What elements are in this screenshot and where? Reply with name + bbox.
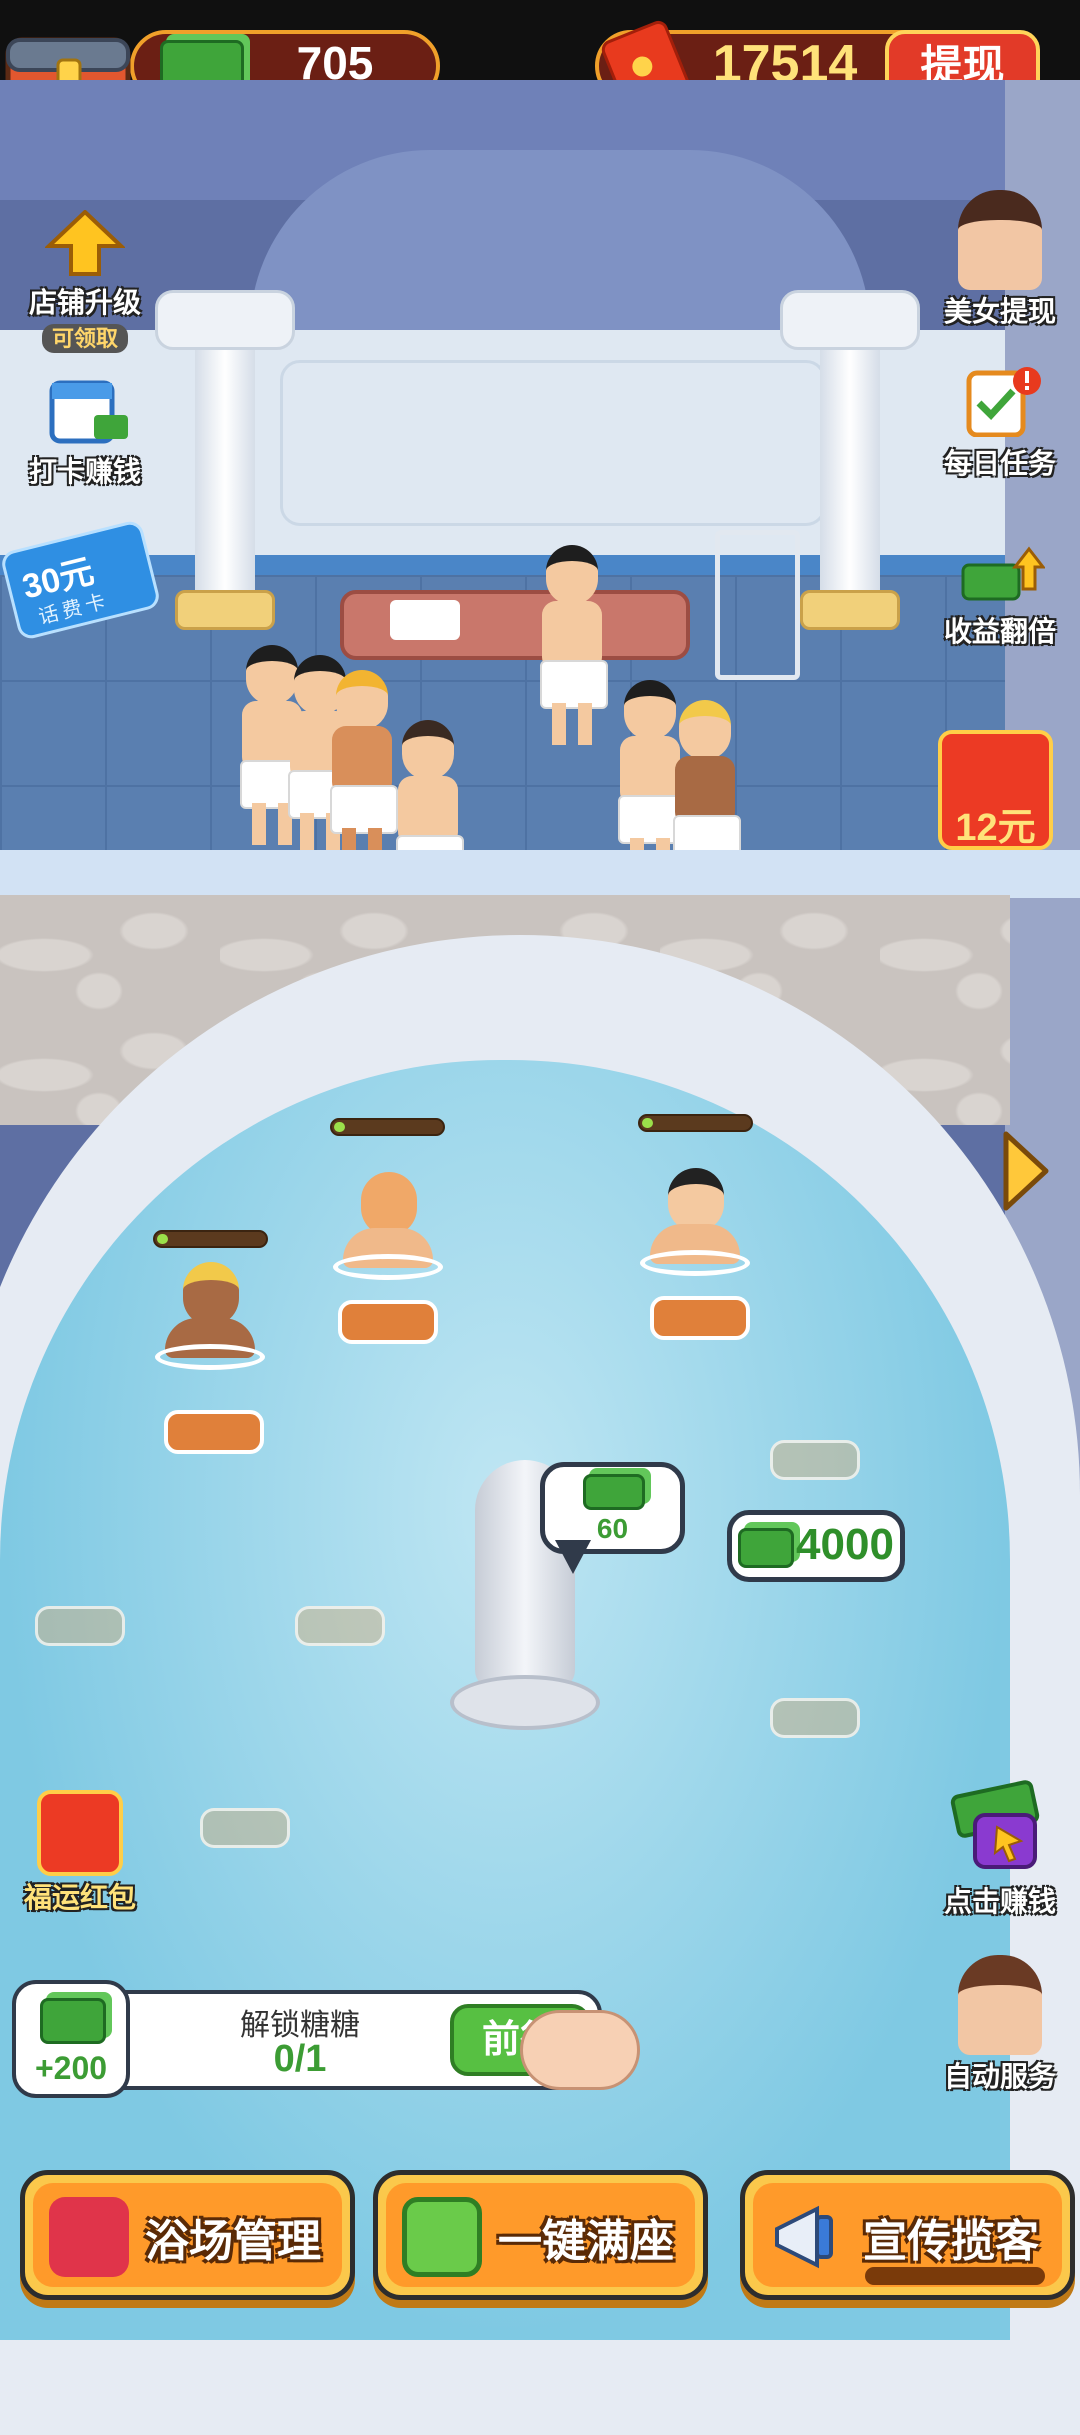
beauty-withdraw-label: 美女提现 — [943, 296, 1056, 327]
bather-customer[interactable] — [640, 1168, 750, 1278]
daily-task-label: 每日任务 — [943, 448, 1056, 479]
empty-seat[interactable] — [295, 1606, 385, 1646]
task-reward-value: +200 — [34, 2050, 108, 2086]
maid-avatar — [958, 1955, 1042, 2055]
bather-customer[interactable] — [333, 1172, 443, 1282]
beauty-withdraw-button[interactable]: 美女提现 — [925, 190, 1075, 330]
patience-bar — [153, 1230, 268, 1248]
empty-seat[interactable] — [35, 1606, 125, 1646]
promote-progress-bar — [865, 2267, 1045, 2285]
bath-manage-button[interactable]: 浴场管理 — [20, 2170, 355, 2300]
collect-earnings-value: 4000 — [796, 1520, 894, 1569]
drink-tray[interactable] — [164, 1410, 264, 1454]
patience-bar — [638, 1114, 753, 1132]
checkin-button[interactable]: 打卡赚钱 — [10, 375, 160, 490]
empty-seat[interactable] — [200, 1808, 290, 1848]
income-double-button[interactable]: 收益翻倍 — [925, 545, 1075, 650]
patience-bar — [330, 1118, 445, 1136]
supply-shelf — [715, 530, 800, 680]
towel-stack — [390, 600, 460, 640]
income-double-label: 收益翻倍 — [943, 616, 1056, 647]
empty-seat[interactable] — [770, 1698, 860, 1738]
sofa-icon — [49, 2197, 129, 2277]
promote-button[interactable]: 宣传揽客 — [740, 2170, 1075, 2300]
drink-tray[interactable] — [650, 1296, 750, 1340]
daily-task-button[interactable]: 每日任务 — [925, 365, 1075, 482]
income-bubble-tail — [555, 1540, 591, 1574]
bather-customer[interactable] — [155, 1262, 265, 1372]
income-bubble-value: 60 — [596, 1513, 629, 1544]
chevron-right-icon[interactable] — [1000, 1128, 1052, 1214]
task-progress: 0/1 — [273, 2038, 327, 2080]
redpack-12-amount: 12元 — [955, 807, 1036, 849]
megaphone-icon — [775, 2205, 833, 2269]
red-envelope-icon — [37, 1790, 123, 1876]
drink-tray[interactable] — [338, 1300, 438, 1344]
lucky-redpack-label: 福运红包 — [23, 1882, 136, 1913]
attendant[interactable] — [532, 545, 612, 745]
fill-seats-label: 一键满座 — [498, 2217, 674, 2266]
upgrade-arrow-icon — [43, 209, 127, 276]
claimable-tag: 可领取 — [41, 324, 128, 353]
clipboard-icon — [966, 367, 1041, 438]
money-up-icon — [961, 546, 1047, 601]
floor-edge — [0, 850, 1080, 898]
auto-service-button[interactable]: 自动服务 — [925, 1955, 1075, 2095]
elephant-mural — [280, 360, 826, 526]
pillar-right — [780, 290, 920, 630]
redpack-12-button[interactable]: 12元 — [938, 730, 1053, 850]
checkin-label: 打卡赚钱 — [28, 456, 141, 487]
money-stack-icon — [738, 1528, 794, 1568]
pillar-left — [155, 290, 295, 630]
shop-upgrade-label: 店铺升级 — [28, 287, 141, 318]
calendar-icon — [49, 380, 128, 444]
click-earn-label: 点击赚钱 — [943, 1886, 1056, 1917]
promote-label: 宣传揽客 — [863, 2217, 1039, 2266]
task-reward-badge: +200 — [12, 1980, 130, 2098]
pointing-hand-icon — [520, 2010, 640, 2090]
money-stack-icon — [583, 1474, 645, 1510]
wall-arch — [250, 150, 870, 330]
hostess-avatar — [958, 190, 1042, 290]
money-stack-icon — [40, 1998, 106, 2044]
lucky-redpack-button[interactable]: 福运红包 — [10, 1790, 150, 1916]
fill-seats-button[interactable]: 一键满座 — [373, 2170, 708, 2300]
bath-manage-label: 浴场管理 — [145, 2217, 321, 2266]
click-earn-button[interactable]: 点击赚钱 — [925, 1775, 1075, 1920]
empty-seat[interactable] — [770, 1440, 860, 1480]
shop-upgrade-button[interactable]: 店铺升级 可领取 — [10, 209, 160, 353]
auto-service-label: 自动服务 — [943, 2061, 1056, 2092]
tv-icon — [402, 2197, 482, 2277]
money-click-icon — [950, 1780, 1040, 1869]
